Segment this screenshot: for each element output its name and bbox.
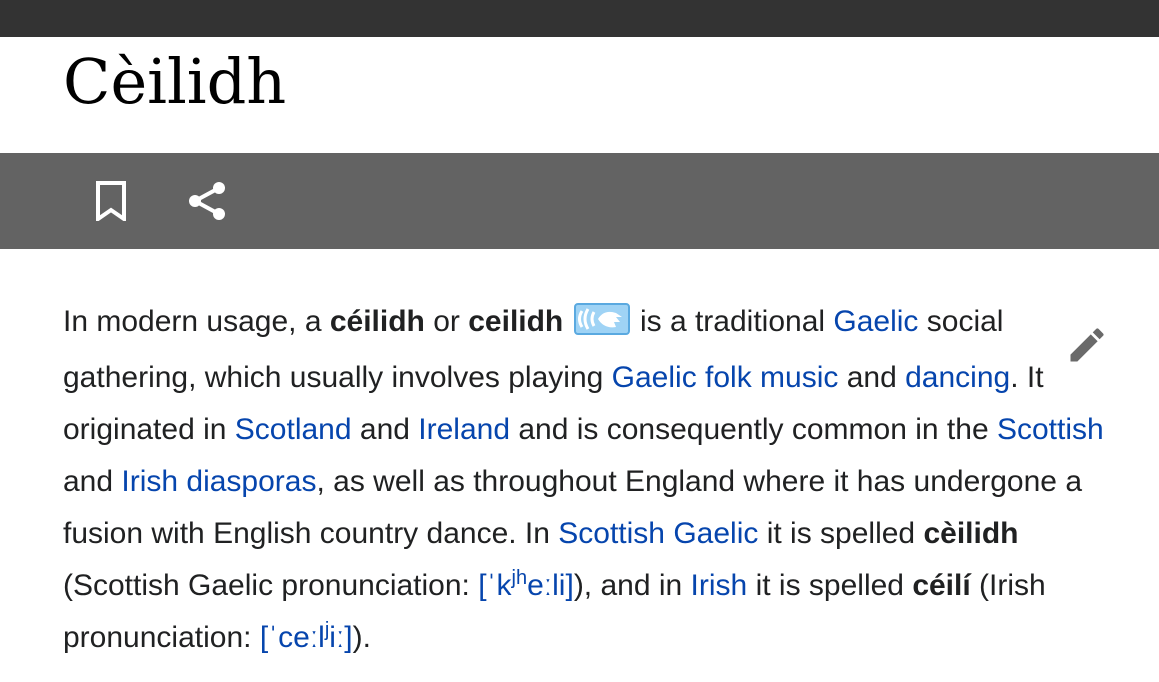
text-segment: and is consequently common in the (510, 413, 997, 446)
ipa-text: eːli] (527, 569, 574, 602)
link-irish-diasporas[interactable]: Irish diasporas (121, 465, 316, 498)
text-segment: it is spelled (747, 569, 913, 602)
text-segment: ). (352, 621, 371, 654)
bookmark-icon (96, 181, 126, 221)
text-segment: and (838, 361, 906, 394)
text-segment: In modern usage, a (63, 305, 330, 338)
bookmark-button[interactable] (85, 175, 137, 227)
text-segment: is a traditional (631, 305, 834, 338)
ipa-text: [ˈceːl (259, 621, 325, 654)
link-irish[interactable]: Irish (691, 569, 748, 602)
link-gaelic-folk-music[interactable]: Gaelic folk music (612, 361, 839, 394)
text-segment: ), and in (573, 569, 691, 602)
status-bar (0, 0, 1159, 37)
bold-term-ceilidh-acute: céilidh (329, 305, 425, 338)
bold-term-ceili: céilí (912, 569, 971, 602)
ipa-text: [ˈk (478, 569, 512, 602)
share-button[interactable] (181, 175, 233, 227)
ipa-superscript: jh (511, 567, 528, 589)
link-scottish[interactable]: Scottish (997, 413, 1104, 446)
page-actions-toolbar (0, 153, 1159, 249)
share-icon (189, 182, 225, 220)
text-segment: or (424, 305, 469, 338)
link-scotland[interactable]: Scotland (235, 413, 352, 446)
text-segment: it is spelled (758, 517, 924, 550)
link-gaelic[interactable]: Gaelic (833, 305, 918, 338)
text-segment: and (351, 413, 419, 446)
article-paragraph: In modern usage, a céilidh or ceilidh is… (63, 296, 1133, 664)
link-ipa-irish[interactable]: [ˈceːljiː] (259, 620, 353, 654)
link-ireland[interactable]: Ireland (418, 413, 510, 446)
page-title: Cèilidh (63, 45, 287, 118)
link-scottish-gaelic[interactable]: Scottish Gaelic (558, 517, 758, 550)
link-dancing[interactable]: dancing (905, 361, 1010, 394)
text-segment: (Scottish Gaelic pronunciation: (63, 569, 479, 602)
bold-term-ceilidh: ceilidh (468, 305, 564, 338)
bold-term-ceilidh-grave: cèilidh (923, 517, 1019, 550)
ipa-text: iː] (329, 621, 353, 654)
audio-speaker-icon[interactable] (573, 300, 630, 352)
text-segment: and (63, 465, 122, 498)
link-ipa-scottish-gaelic[interactable]: [ˈkjheːli] (478, 567, 574, 602)
